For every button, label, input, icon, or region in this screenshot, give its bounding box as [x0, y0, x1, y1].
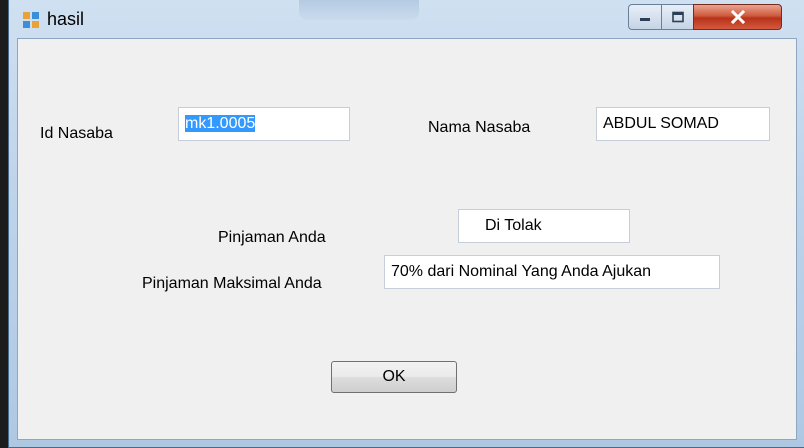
maximize-icon — [671, 11, 684, 23]
pinjaman-anda-label: Pinjaman Anda — [218, 229, 326, 246]
id-nasaba-input[interactable]: mk1.0005 — [178, 107, 350, 141]
pinjaman-maksimal-label: Pinjaman Maksimal Anda — [142, 275, 322, 292]
window-title: hasil — [47, 9, 85, 29]
maximize-button[interactable] — [661, 4, 694, 30]
title-bar[interactable]: hasil — [9, 0, 804, 38]
id-nasaba-label: Id Nasaba — [40, 125, 113, 142]
app-icon — [23, 12, 39, 28]
app-window: hasil Id Nasaba mk1.0005 Nama Nasaba ABD… — [8, 0, 804, 448]
pinjaman-maksimal-input[interactable]: 70% dari Nominal Yang Anda Ajukan — [384, 255, 720, 289]
background-window-tab — [299, 0, 419, 20]
minimize-icon — [640, 18, 650, 21]
form-client-area: Id Nasaba mk1.0005 Nama Nasaba ABDUL SOM… — [17, 38, 797, 440]
ok-button[interactable]: OK — [331, 361, 457, 393]
nama-nasaba-input[interactable]: ABDUL SOMAD — [596, 107, 770, 141]
id-nasaba-value: mk1.0005 — [185, 115, 256, 132]
close-button[interactable] — [693, 4, 782, 30]
nama-nasaba-label: Nama Nasaba — [428, 119, 531, 136]
minimize-button[interactable] — [628, 4, 662, 30]
pinjaman-anda-input[interactable]: Di Tolak — [458, 209, 630, 243]
close-icon — [730, 10, 745, 24]
